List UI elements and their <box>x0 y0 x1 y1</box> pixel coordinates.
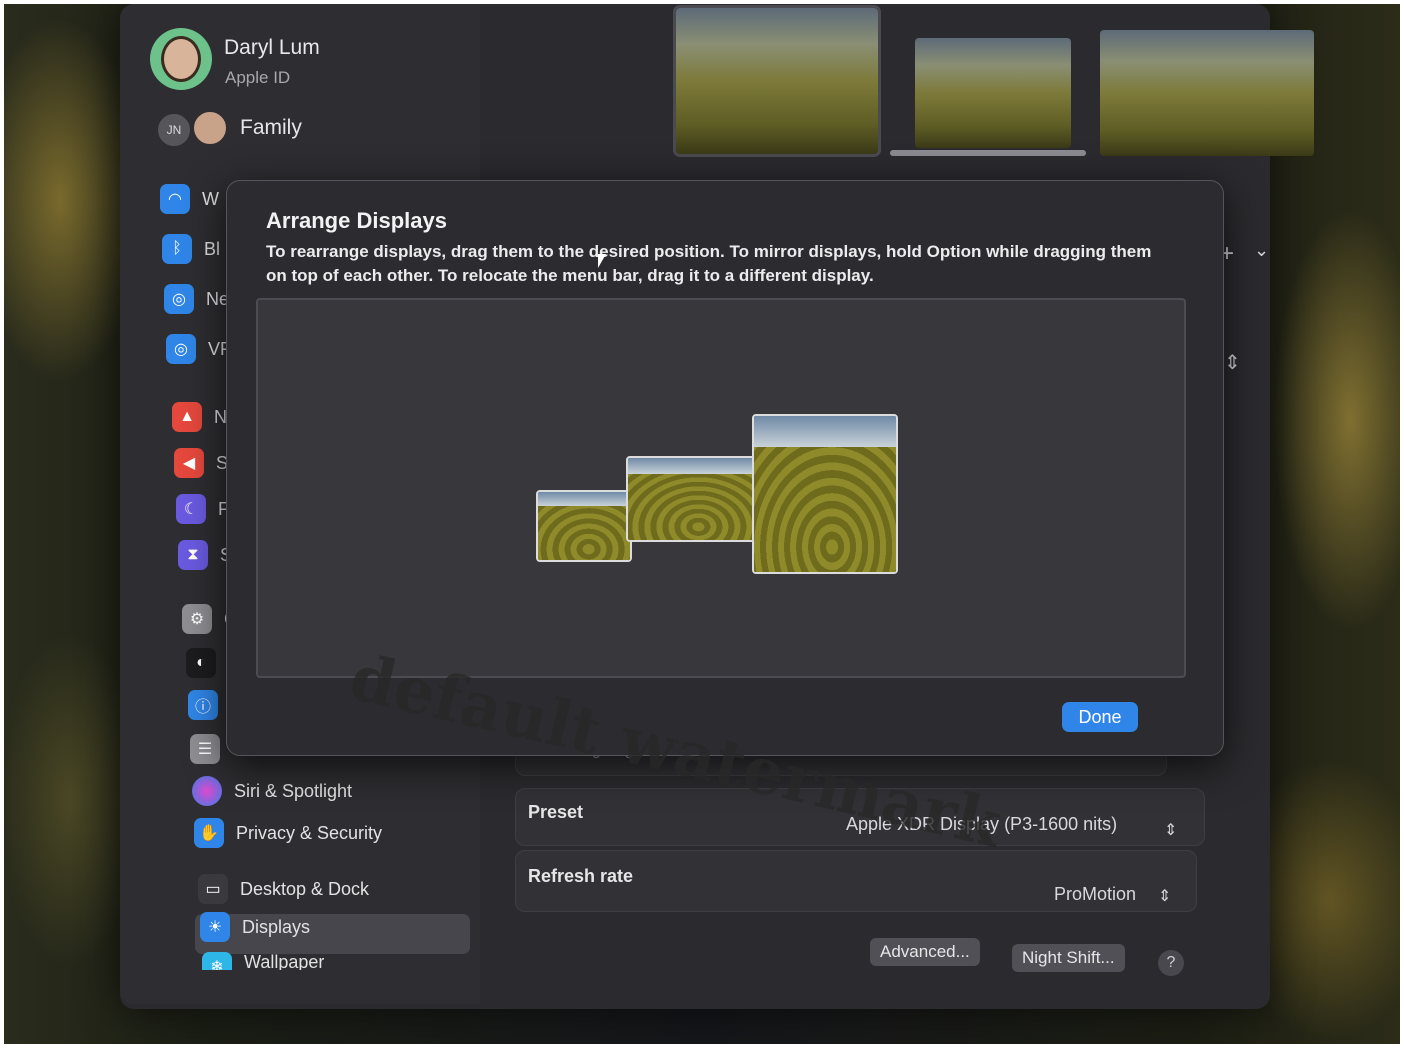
dialog-instructions: To rearrange displays, drag them to the … <box>266 242 1152 285</box>
sidebar-item-label: Displays <box>242 916 311 937</box>
profile-subtitle: Apple ID <box>225 68 291 87</box>
display-tile-left[interactable] <box>536 490 632 562</box>
dialog-title: Arrange Displays <box>266 208 447 233</box>
done-button[interactable]: Done <box>1062 702 1138 732</box>
family-avatar-photo <box>192 110 228 146</box>
display-thumbnail-1[interactable] <box>673 5 881 157</box>
hourglass-icon: ⧗ <box>178 540 208 570</box>
bell-icon: ▲ <box>172 402 202 432</box>
family-avatar-initials: JN <box>156 112 192 148</box>
refresh-rate-value[interactable]: ProMotion <box>1054 884 1136 905</box>
sidebar-item-privacy-security[interactable]: ✋ Privacy & Security <box>194 818 382 848</box>
sidebar-item-label: Privacy & Security <box>236 822 383 843</box>
family-label: Family <box>240 116 302 139</box>
advanced-button[interactable]: Advanced... <box>870 938 980 966</box>
sidebar-item-network[interactable]: ◎ Ne <box>164 284 229 314</box>
sidebar-item-label: Desktop & Dock <box>240 878 370 899</box>
profile-name: Daryl Lum <box>224 36 320 59</box>
globe-icon: ◎ <box>164 284 194 314</box>
avatar <box>150 28 212 90</box>
wallpaper-icon: ❄ <box>202 952 232 970</box>
display-thumbnail-3[interactable] <box>1100 30 1314 156</box>
bluetooth-icon: ᛒ <box>162 234 192 264</box>
display-thumbnail-2[interactable] <box>915 38 1071 148</box>
gear-icon: ⚙ <box>182 604 212 634</box>
vpn-globe-icon: ◎ <box>166 334 196 364</box>
display-tile-middle[interactable] <box>626 456 758 542</box>
mouse-cursor-icon <box>598 254 606 268</box>
appearance-icon: ◐ <box>186 648 216 678</box>
sun-icon: ☀ <box>200 912 230 942</box>
stepper-icon[interactable]: ⇕ <box>1224 350 1241 375</box>
display-stand <box>890 150 1086 156</box>
sidebar-item-siri-spotlight[interactable]: Siri & Spotlight <box>192 776 352 806</box>
sidebar-item-label: W <box>202 188 219 209</box>
sidebar-item-displays[interactable]: ☀ Displays <box>200 912 310 942</box>
speaker-icon: ◀ <box>174 448 204 478</box>
siri-icon <box>192 776 222 806</box>
accessibility-icon: ⓘ <box>188 690 218 720</box>
sidebar-item-bluetooth[interactable]: ᛒ Bl <box>162 234 220 264</box>
chevron-down-icon[interactable]: ⌄ <box>1254 240 1269 261</box>
sidebar-item-wallpaper[interactable]: ❄ Wallpaper <box>202 952 324 970</box>
sidebar-item-wifi[interactable]: ◠ W <box>160 184 219 214</box>
sidebar-item-desktop-dock[interactable]: ▭ Desktop & Dock <box>198 874 369 904</box>
control-centre-icon: ☰ <box>190 734 220 764</box>
preset-label: Preset <box>528 802 584 822</box>
refresh-stepper-icon[interactable]: ⇕ <box>1158 886 1171 906</box>
sidebar-item-vpn[interactable]: ◎ VF <box>166 334 231 364</box>
moon-icon: ☾ <box>176 494 206 524</box>
night-shift-button[interactable]: Night Shift... <box>1012 944 1125 972</box>
refresh-rate-label: Refresh rate <box>528 866 634 886</box>
sidebar-item-label: Siri & Spotlight <box>234 780 353 801</box>
preset-stepper-icon[interactable]: ⇕ <box>1164 820 1177 840</box>
hand-icon: ✋ <box>194 818 224 848</box>
dock-icon: ▭ <box>198 874 228 904</box>
sidebar-item-label: Wallpaper <box>244 952 325 970</box>
sidebar-item-label: Bl <box>204 238 221 259</box>
display-tile-right-main[interactable] <box>752 414 898 574</box>
help-button[interactable]: ? <box>1158 950 1184 976</box>
wifi-icon: ◠ <box>160 184 190 214</box>
